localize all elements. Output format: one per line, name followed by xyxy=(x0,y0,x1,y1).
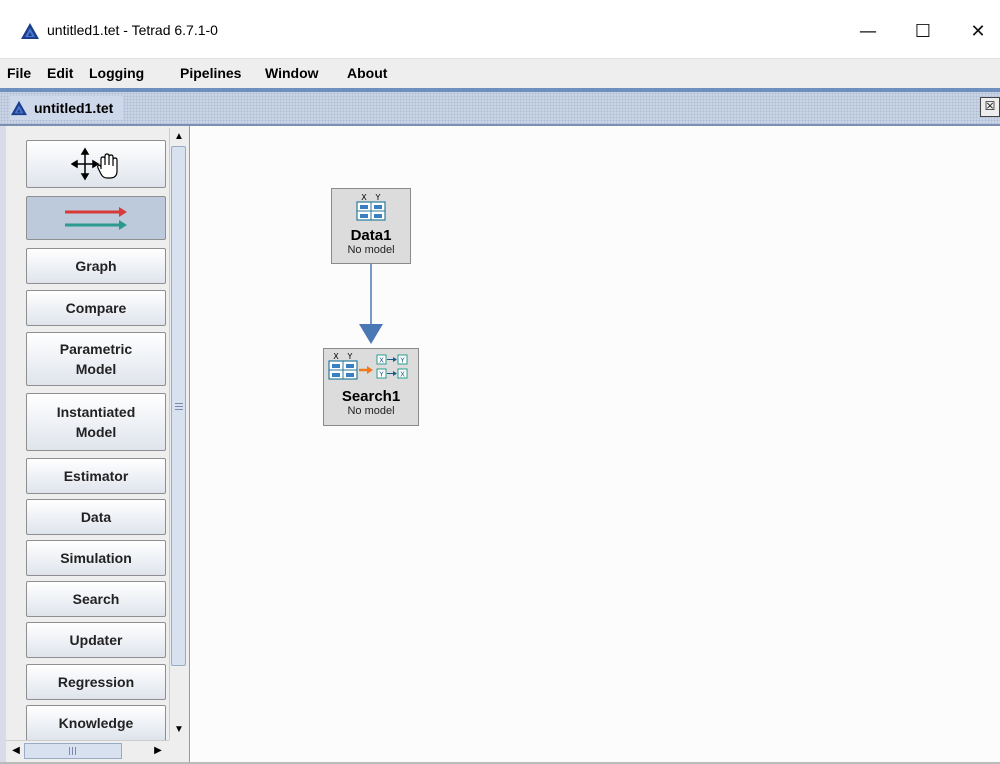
svg-text:Y: Y xyxy=(375,193,381,202)
node-data1[interactable]: X Y Data1 No model xyxy=(331,188,411,264)
close-button[interactable]: ✕ xyxy=(955,14,1000,48)
graph-button[interactable]: Graph xyxy=(26,248,166,284)
svg-text:X: X xyxy=(379,357,384,365)
svg-text:Y: Y xyxy=(347,352,353,361)
data-button[interactable]: Data xyxy=(26,499,166,535)
menu-pipelines[interactable]: Pipelines xyxy=(180,65,241,81)
scroll-thumb[interactable] xyxy=(171,146,186,666)
scroll-down-icon[interactable]: ▼ xyxy=(171,722,187,738)
svg-text:X: X xyxy=(361,193,367,202)
internal-frame-title: untitled1.tet xyxy=(34,100,114,116)
move-tool-button[interactable] xyxy=(26,140,166,188)
internal-frame-titlebar[interactable]: untitled1.tet ☒ xyxy=(0,92,1000,126)
estimator-button[interactable]: Estimator xyxy=(26,458,166,494)
compare-button[interactable]: Compare xyxy=(26,290,166,326)
toolbox-horizontal-scrollbar[interactable]: ◀ ▶ xyxy=(6,740,169,761)
internal-frame-close-button[interactable]: ☒ xyxy=(980,97,1000,117)
window-title: untitled1.tet - Tetrad 6.7.1-0 xyxy=(47,22,218,38)
node-search1[interactable]: X Y X Y Y X Search1 No model xyxy=(323,348,419,426)
internal-frame-title-wrap: untitled1.tet xyxy=(10,96,124,120)
edge-arrowhead xyxy=(359,324,383,344)
menu-bar: File Edit Logging Pipelines Window About xyxy=(0,58,1000,88)
node-search1-name: Search1 xyxy=(341,388,401,405)
tetrad-app-icon xyxy=(21,23,39,39)
horizontal-scroll-thumb[interactable] xyxy=(24,743,122,759)
scroll-up-icon[interactable]: ▲ xyxy=(171,129,187,145)
toolbox-vertical-scrollbar[interactable]: ▲ ▼ xyxy=(169,128,188,740)
knowledge-button[interactable]: Knowledge xyxy=(26,705,166,741)
window-titlebar: untitled1.tet - Tetrad 6.7.1-0 — ☐ ✕ xyxy=(0,0,1000,58)
parametric-model-button[interactable]: Parametric Model xyxy=(26,332,166,386)
menu-window[interactable]: Window xyxy=(265,65,319,81)
node-search1-status: No model xyxy=(347,405,395,417)
svg-text:Y: Y xyxy=(378,371,384,379)
menu-logging[interactable]: Logging xyxy=(89,65,144,81)
instantiated-model-button[interactable]: Instantiated Model xyxy=(26,393,166,451)
tetrad-frame-icon xyxy=(11,100,27,116)
move-hand-icon xyxy=(71,147,118,181)
node-data1-name: Data1 xyxy=(350,227,392,244)
svg-text:X: X xyxy=(400,371,405,379)
node-data1-status: No model xyxy=(347,244,395,256)
scroll-right-icon[interactable]: ▶ xyxy=(150,743,166,759)
menu-about[interactable]: About xyxy=(347,65,387,81)
workbench-canvas[interactable]: X Y Data1 No model X Y X Y Y X Search1 N… xyxy=(191,126,1000,764)
flow-arrows-icon xyxy=(65,207,127,230)
edge-layer xyxy=(359,264,383,344)
flow-arrow-tool-button[interactable] xyxy=(26,196,166,240)
menu-edit[interactable]: Edit xyxy=(47,65,73,81)
data-table-icon: X Y xyxy=(356,193,386,221)
simulation-button[interactable]: Simulation xyxy=(26,540,166,576)
svg-text:X: X xyxy=(333,352,339,361)
svg-text:Y: Y xyxy=(399,357,405,365)
search-data-icon: X Y X Y Y X xyxy=(328,352,408,380)
regression-button[interactable]: Regression xyxy=(26,664,166,700)
updater-button[interactable]: Updater xyxy=(26,622,166,658)
scroll-left-icon[interactable]: ◀ xyxy=(8,743,24,759)
search-button[interactable]: Search xyxy=(26,581,166,617)
minimize-button[interactable]: — xyxy=(845,14,891,48)
maximize-button[interactable]: ☐ xyxy=(900,14,946,48)
menu-file[interactable]: File xyxy=(7,65,31,81)
